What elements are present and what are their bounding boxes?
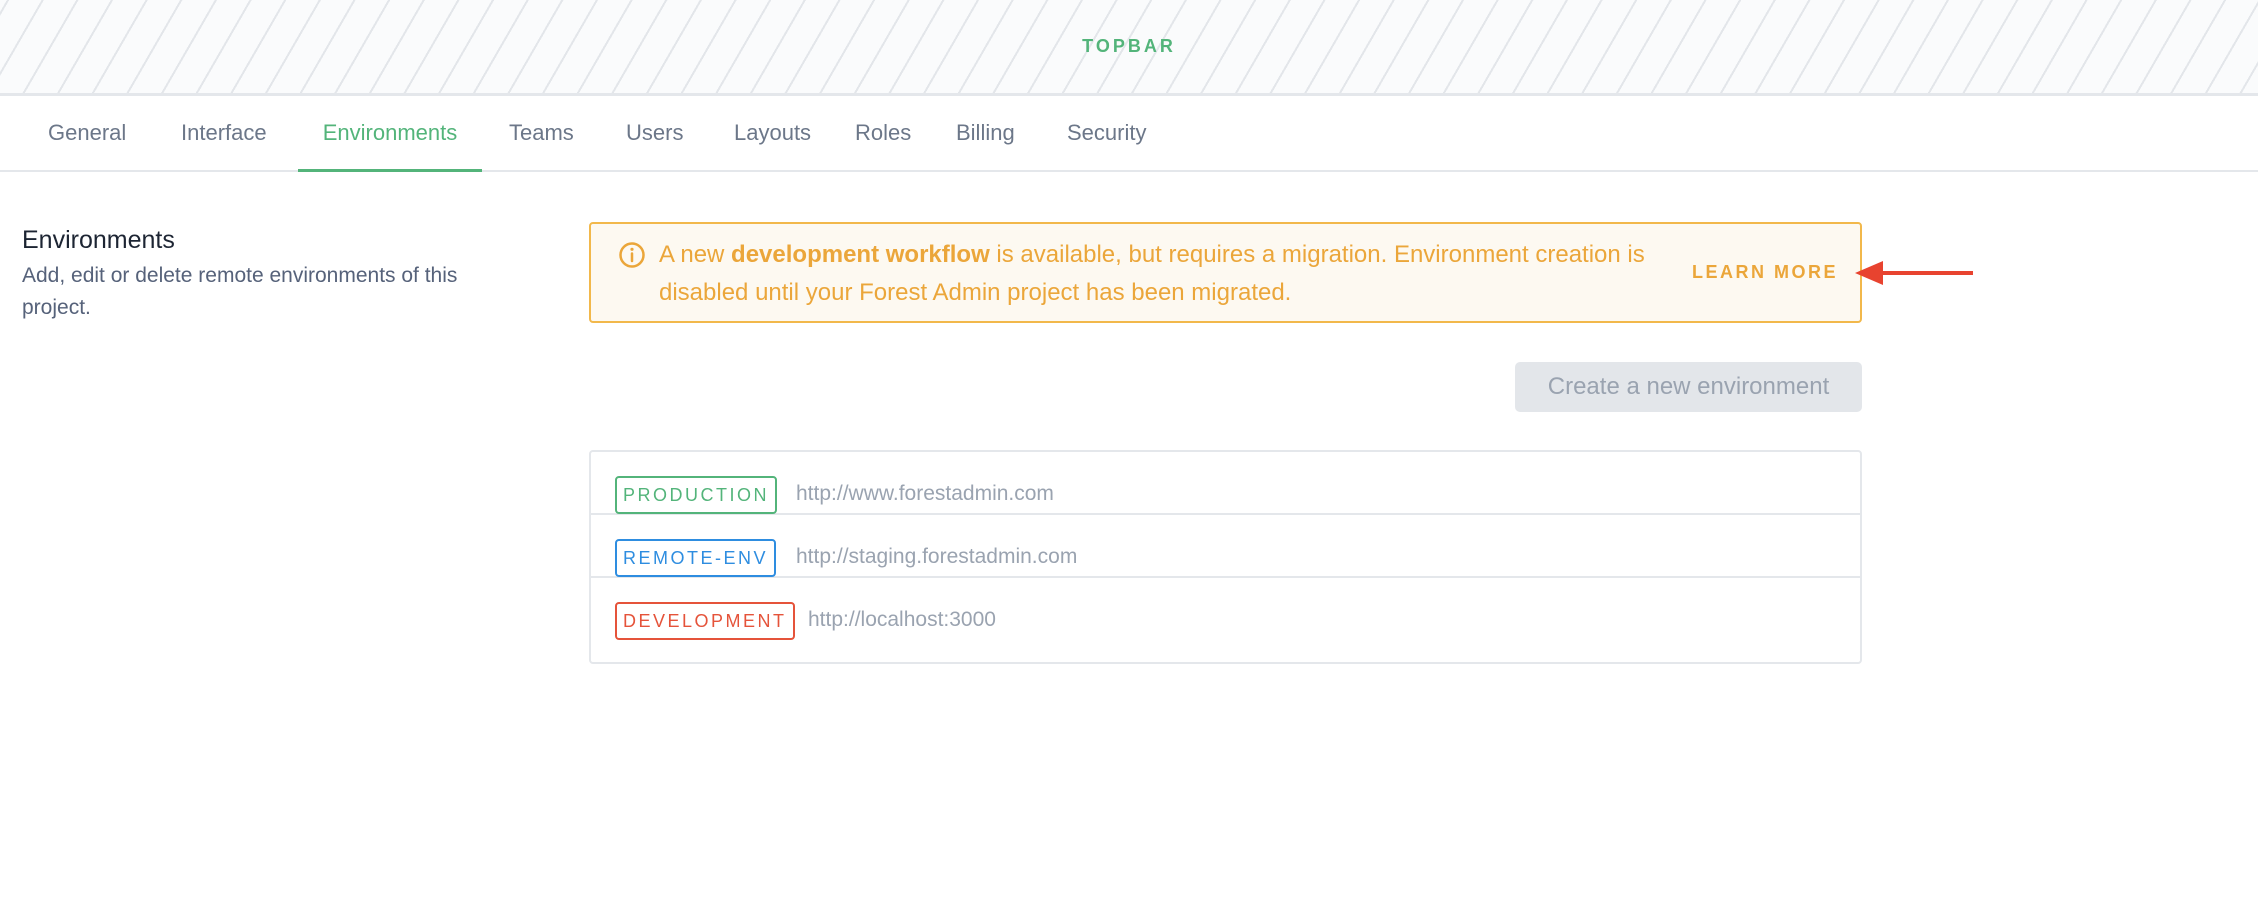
environment-badge: PRODUCTION: [615, 476, 777, 514]
learn-more-link[interactable]: LEARN MORE: [1692, 262, 1838, 283]
environment-url: http://localhost:3000: [808, 608, 996, 631]
info-icon: [619, 242, 645, 268]
environment-badge: DEVELOPMENT: [615, 602, 795, 640]
tab-users[interactable]: Users: [626, 99, 683, 172]
environment-url: http://staging.forestadmin.com: [796, 545, 1078, 568]
tab-billing[interactable]: Billing: [956, 99, 1015, 172]
environment-list: PRODUCTION http://www.forestadmin.com RE…: [589, 450, 1862, 664]
tab-interface[interactable]: Interface: [181, 99, 267, 172]
tab-general[interactable]: General: [48, 99, 126, 172]
topbar: TOPBAR: [0, 0, 2258, 96]
settings-tabs: General Interface Environments Teams Use…: [0, 99, 2258, 172]
tab-environments[interactable]: Environments: [298, 99, 482, 172]
environment-row[interactable]: DEVELOPMENT http://localhost:3000: [591, 578, 1860, 662]
create-environment-button[interactable]: Create a new environment: [1515, 362, 1862, 412]
alert-highlight: development workflow: [731, 241, 990, 268]
tab-layouts[interactable]: Layouts: [734, 99, 811, 172]
migration-alert: A new development workflow is available,…: [589, 222, 1862, 323]
environment-row[interactable]: PRODUCTION http://www.forestadmin.com: [591, 452, 1860, 515]
tab-security[interactable]: Security: [1067, 99, 1146, 172]
environment-row[interactable]: REMOTE-ENV http://staging.forestadmin.co…: [591, 515, 1860, 578]
red-arrow-icon: [1855, 261, 1973, 285]
topbar-label: TOPBAR: [1082, 36, 1176, 56]
section-title: Environments: [22, 226, 175, 254]
tab-teams[interactable]: Teams: [509, 99, 574, 172]
environment-badge: REMOTE-ENV: [615, 539, 777, 577]
section-description: Add, edit or delete remote environments …: [22, 264, 458, 319]
tab-roles[interactable]: Roles: [855, 99, 911, 172]
environment-url: http://www.forestadmin.com: [796, 482, 1054, 505]
alert-message: A new development workflow is available,…: [659, 241, 1645, 306]
